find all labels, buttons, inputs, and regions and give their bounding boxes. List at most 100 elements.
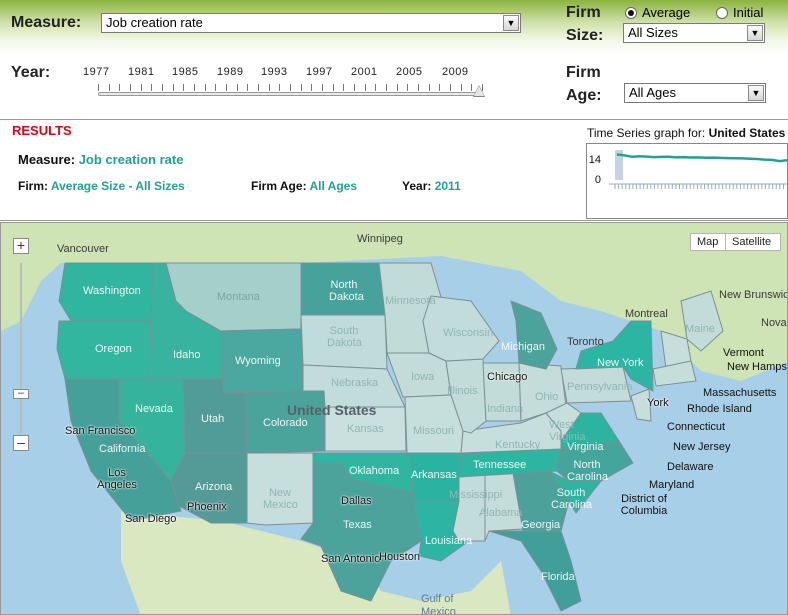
year-slider-tick-mark (300, 84, 302, 91)
year-slider-tick-mark (332, 84, 334, 91)
year-slider-tick-mark (183, 84, 185, 91)
results-year-label: Year: (402, 179, 432, 193)
chevron-down-icon[interactable]: ▼ (747, 25, 763, 41)
firm-size-label-line2: Size: (566, 27, 604, 44)
radio-average[interactable]: Average (625, 5, 690, 20)
firm-size-select[interactable]: All Sizes ▼ (623, 23, 765, 43)
map-label-state: Montana (217, 291, 260, 303)
zoom-out-button[interactable]: – (13, 435, 29, 451)
year-slider-tick-mark (215, 84, 217, 91)
zoom-slider-track[interactable] (20, 263, 22, 433)
results-measure-value: Job creation rate (78, 152, 184, 167)
firm-age-label-line2: Age: (566, 87, 602, 104)
radio-dot-unchecked[interactable] (716, 6, 728, 19)
timeseries-caption-prefix: Time Series graph for: (587, 126, 706, 140)
map-label-state-external: Connecticut (667, 421, 726, 433)
map-label-state: North Carolina (567, 459, 608, 483)
map-label-state: Ohio (535, 391, 559, 403)
results-year-value: 2011 (434, 179, 461, 193)
timeseries-graph[interactable]: 14 0 (586, 143, 788, 219)
results-title: RESULTS (12, 123, 72, 138)
map-label-state: Minnesota (385, 295, 436, 307)
year-slider-tick-mark (343, 84, 345, 91)
map-label-state: Wyoming (235, 355, 281, 367)
year-slider-tick-mark (236, 84, 238, 91)
chevron-down-icon[interactable]: ▼ (503, 15, 519, 31)
year-slider-handle[interactable] (473, 85, 485, 97)
state-michigan[interactable] (510, 300, 558, 370)
results-age-value: All Ages (309, 179, 358, 193)
year-slider-tick-mark (322, 84, 323, 91)
map-label-state: Oregon (95, 343, 132, 355)
year-slider-tick-mark (460, 84, 462, 91)
results-firm-label: Firm: (18, 179, 48, 193)
chevron-down-icon[interactable]: ▼ (748, 85, 764, 101)
map-label-state: New York (597, 357, 644, 369)
map-label-city: Winnipeg (357, 233, 403, 245)
year-slider-tick-mark (172, 84, 174, 91)
map-type-satellite-button[interactable]: Satellite (725, 233, 781, 251)
map-label-city: Chicago (487, 371, 528, 383)
year-slider-tick-mark (130, 84, 131, 91)
map-label-state: New Mexico (263, 487, 298, 511)
map-label-state: Missouri (413, 425, 454, 437)
year-tick: 1989 (217, 66, 244, 78)
map-label-city: Toronto (567, 336, 604, 348)
year-slider-tick-mark (354, 84, 355, 91)
measure-select[interactable]: Job creation rate ▼ (101, 13, 521, 33)
radio-initial[interactable]: Initial (716, 5, 763, 20)
firm-size-select-value: All Sizes (628, 25, 678, 40)
map-label-state-external: Rhode Island (687, 403, 752, 415)
map-label-state: California (99, 443, 146, 455)
year-slider-tick-mark (364, 84, 366, 91)
map-label-state: Washington (83, 285, 141, 297)
measure-label: Measure: (11, 14, 82, 31)
year-slider-tick-mark (418, 84, 419, 91)
year-slider-tick-mark (439, 84, 441, 91)
radio-dot-checked[interactable] (625, 6, 637, 19)
map-label-state-external: Maryland (649, 479, 695, 491)
timeseries-caption: Time Series graph for: United States (587, 126, 785, 140)
map-label-state: Mississippi (449, 489, 503, 501)
year-slider-tick-mark (450, 84, 451, 91)
state-massachusetts[interactable] (652, 360, 697, 387)
map-label-state: Oklahoma (349, 465, 400, 477)
choropleth-map[interactable]: Map Satellite + – – Vancouver Winnipeg M… (0, 222, 788, 615)
map-label-sea: Gulf of (421, 593, 454, 605)
results-firm-value: Average Size - All Sizes (50, 179, 185, 193)
firm-age-select[interactable]: All Ages ▼ (624, 83, 766, 103)
zoom-slider-handle[interactable]: – (13, 388, 29, 399)
year-tick: 1997 (306, 66, 333, 78)
map-label-state-external: New Hampshire (727, 361, 787, 373)
results-year: Year: 2011 (402, 179, 461, 193)
map-label-state: Arkansas (411, 469, 457, 481)
year-tick: 2005 (396, 66, 423, 78)
map-label-city: York (647, 397, 669, 409)
map-label-state: Wisconsin (443, 327, 494, 339)
firm-size-label-line1: Firm (566, 4, 601, 21)
map-label-state: South Carolina (551, 487, 592, 511)
firm-age-label-line1: Firm (566, 64, 601, 81)
year-slider-tick-mark (375, 84, 377, 91)
ts-x-ticks (614, 184, 784, 189)
map-label-state: West Virginia (549, 419, 586, 443)
results-measure: Measure: Job creation rate (18, 152, 183, 167)
map-label-state: Idaho (173, 349, 201, 361)
year-slider-track[interactable] (98, 92, 482, 96)
timeseries-caption-place: United States (708, 126, 786, 140)
measure-select-value: Job creation rate (106, 15, 203, 30)
ts-y-tick-0: 0 (595, 174, 601, 186)
results-firm: Firm: Average Size - All Sizes (18, 179, 185, 193)
map-label-state-external: Vermont (723, 347, 764, 359)
radio-average-label: Average (642, 5, 691, 20)
map-label-state: Arizona (195, 481, 233, 493)
year-slider-tick-mark (258, 84, 259, 91)
map-type-map-button[interactable]: Map (690, 233, 726, 251)
map-label-region: New Brunswick (719, 289, 788, 301)
year-slider-tick-mark (396, 84, 398, 91)
map-label-city: San Francisco (65, 425, 136, 437)
year-slider-tick-mark (140, 84, 142, 91)
results-age-label: Firm Age: (251, 179, 307, 193)
map-label-state: Alabama (479, 507, 523, 519)
zoom-in-button[interactable]: + (13, 238, 29, 254)
